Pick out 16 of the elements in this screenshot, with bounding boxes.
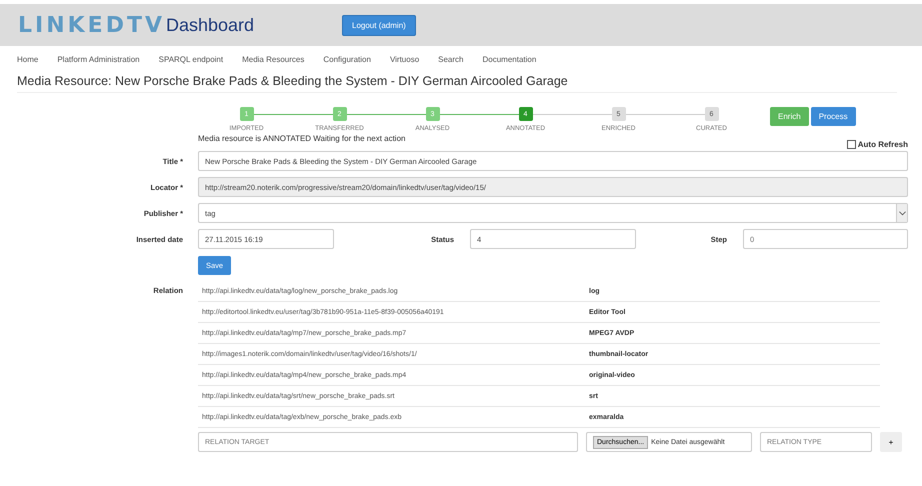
logout-button[interactable]: Logout (admin) xyxy=(342,14,416,36)
nav-link[interactable]: Virtuoso xyxy=(390,55,420,67)
auto-refresh-checkbox[interactable]: Auto Refresh xyxy=(846,139,908,150)
nav-link[interactable]: Home xyxy=(17,55,38,67)
add-button[interactable]: + xyxy=(880,432,902,452)
nav-link[interactable]: SPARQL endpoint xyxy=(158,55,224,67)
nav-link[interactable]: Configuration xyxy=(323,55,371,67)
app-title: Dashboard xyxy=(166,14,256,36)
nav-link[interactable]: Platform Administration xyxy=(57,55,140,67)
status-message: Media resource is ANNOTATED Waiting for the next action xyxy=(198,134,406,145)
nav-link[interactable]: Search xyxy=(438,55,464,67)
action-button[interactable]: Process xyxy=(810,107,856,126)
page-title: Media Resource: New Porsche Brake Pads & Bleeding the System - DIY German Aircooled Garage xyxy=(17,74,897,93)
nav-link[interactable]: Documentation xyxy=(482,55,536,67)
caret-icon xyxy=(898,210,906,216)
nav-link[interactable]: Media Resources xyxy=(242,55,304,67)
